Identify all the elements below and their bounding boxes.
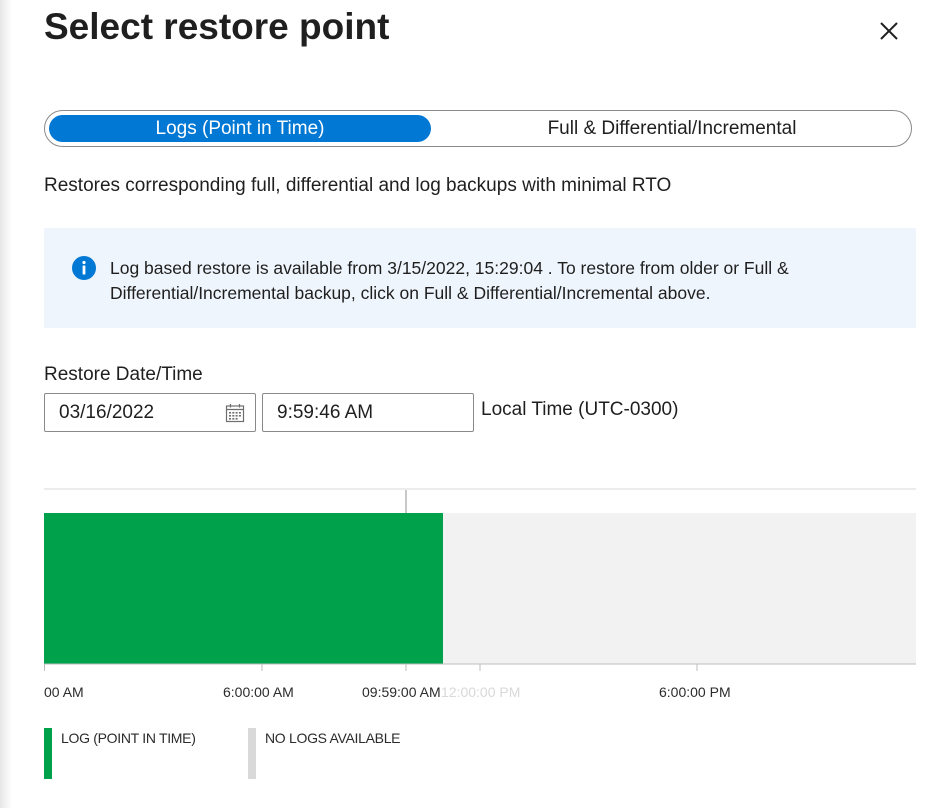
toggle-option-full-differential[interactable]: Full & Differential/Incremental	[437, 115, 907, 142]
timeline-chart	[44, 488, 916, 671]
timeline-tick-label: 00 AM	[44, 684, 84, 700]
restore-type-toggle: Logs (Point in Time) Full & Differential…	[44, 110, 912, 147]
legend-swatch-log	[44, 728, 52, 779]
toggle-option-logs[interactable]: Logs (Point in Time)	[49, 115, 431, 142]
restore-point-panel: Select restore point Logs (Point in Time…	[0, 0, 946, 808]
restore-time-value: 9:59:46 AM	[277, 402, 374, 423]
info-banner-text: Log based restore is available from 3/15…	[110, 258, 789, 303]
close-button[interactable]	[872, 14, 906, 48]
timeline-segment-no-logs	[443, 513, 916, 664]
timezone-label: Local Time (UTC-0300)	[481, 399, 679, 420]
info-banner: Log based restore is available from 3/15…	[44, 228, 916, 328]
timeline-tick-label: 6:00:00 AM	[223, 684, 294, 700]
close-icon	[880, 22, 898, 40]
info-icon	[72, 256, 96, 280]
restore-time-input[interactable]: 9:59:46 AM	[262, 393, 474, 432]
timeline-segment-log[interactable]	[44, 513, 443, 664]
restore-datetime-label: Restore Date/Time	[44, 364, 203, 385]
panel-title: Select restore point	[44, 6, 390, 47]
restore-description: Restores corresponding full, differentia…	[44, 175, 672, 196]
calendar-icon[interactable]	[225, 403, 245, 423]
legend-label-log: LOG (POINT IN TIME)	[61, 730, 196, 746]
restore-timeline[interactable]: 00 AM 6:00:00 AM 12:00:00 PM 09:59:00 AM…	[44, 488, 916, 718]
timeline-tick-label: 12:00:00 PM	[441, 684, 521, 700]
panel-edge-shadow	[0, 0, 12, 808]
legend-label-no-logs: NO LOGS AVAILABLE	[265, 730, 401, 746]
restore-date-input[interactable]: 03/16/2022	[44, 393, 256, 432]
legend-swatch-no-logs	[248, 728, 256, 779]
timeline-tick-label-selected: 09:59:00 AM	[362, 684, 441, 700]
restore-date-value: 03/16/2022	[59, 402, 155, 423]
timeline-tick-label: 6:00:00 PM	[659, 684, 731, 700]
